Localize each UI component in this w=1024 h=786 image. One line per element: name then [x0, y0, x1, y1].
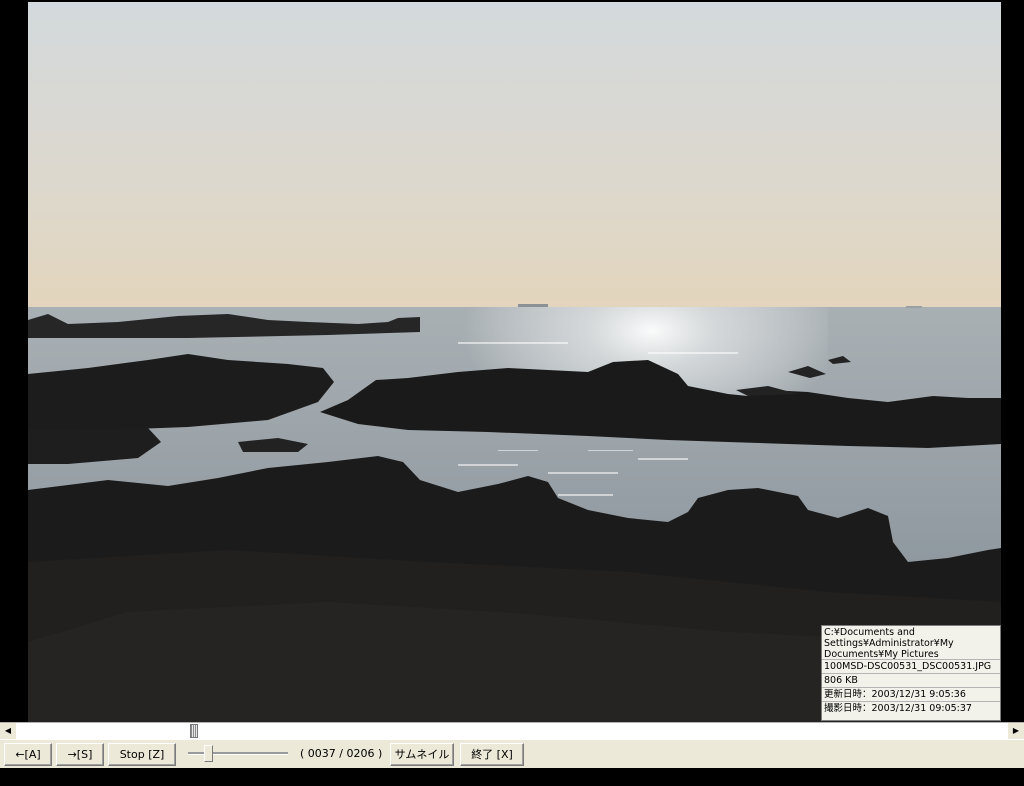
modified-date: 更新日時：2003/12/31 9:05:36 — [822, 688, 1000, 702]
horizontal-scrollbar[interactable]: ◀ ▶ — [0, 722, 1024, 739]
image-viewer-area: C:¥Documents and Settings¥Administrator¥… — [0, 0, 1024, 722]
scroll-right-arrow-icon[interactable]: ▶ — [1008, 723, 1024, 739]
taken-date: 撮影日時：2003/12/31 09:05:37 — [824, 703, 972, 714]
photo-seascape — [28, 2, 1001, 722]
slider-track — [188, 752, 288, 755]
file-info-panel: C:¥Documents and Settings¥Administrator¥… — [821, 625, 1001, 721]
image-counter: ( 0037 / 0206 ) — [300, 747, 383, 760]
exit-button[interactable]: 終了 [X] — [460, 743, 524, 766]
next-button[interactable]: →[S] — [56, 743, 104, 766]
stop-button[interactable]: Stop [Z] — [108, 743, 176, 766]
scroll-left-arrow-icon[interactable]: ◀ — [0, 723, 16, 739]
position-slider[interactable] — [186, 743, 290, 766]
file-path: C:¥Documents and Settings¥Administrator¥… — [822, 626, 1000, 660]
previous-button[interactable]: ←[A] — [4, 743, 52, 766]
scrollbar-thumb[interactable] — [190, 724, 198, 738]
file-size: 806 KB — [822, 674, 1000, 688]
bottom-toolbar: ←[A] →[S] Stop [Z] ( 0037 / 0206 ) サムネイル… — [0, 739, 1024, 782]
file-name: 100MSD-DSC00531_DSC00531.JPG — [822, 660, 1000, 674]
slider-knob[interactable] — [204, 745, 213, 762]
photo-image — [28, 2, 1001, 722]
thumbnail-button[interactable]: サムネイル[C] — [390, 743, 454, 782]
